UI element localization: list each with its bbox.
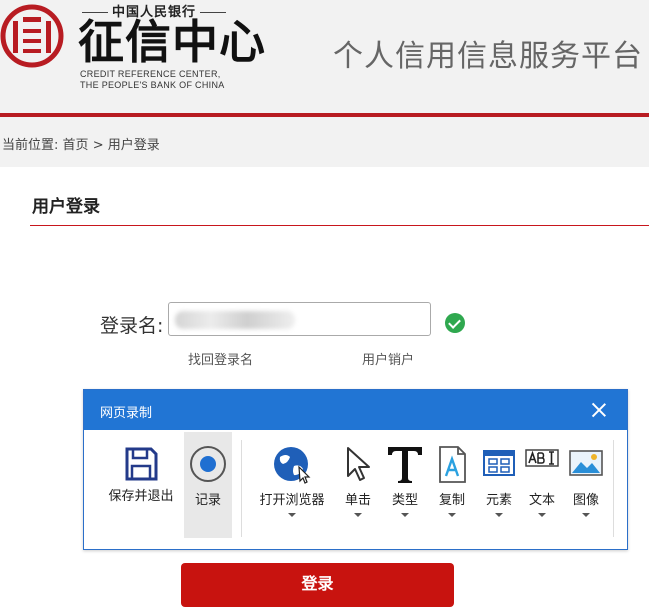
platform-title: 个人信用信息服务平台 <box>333 39 643 74</box>
logo-english-text: CREDIT REFERENCE CENTER, THE PEOPLE'S BA… <box>80 69 225 90</box>
record-button[interactable]: 记录 <box>184 432 232 538</box>
tool-label: 保存并退出 <box>108 489 174 504</box>
section-divider <box>30 225 649 226</box>
chevron-down-icon[interactable] <box>538 513 546 517</box>
image-icon <box>569 450 603 476</box>
logo-main-text: 征信中心 <box>78 15 266 69</box>
text-type-icon <box>388 447 422 483</box>
click-button[interactable]: 单击 <box>336 432 380 538</box>
element-grid-icon <box>483 450 515 476</box>
login-button[interactable]: 登录 <box>181 563 454 607</box>
copy-button[interactable]: 复制 <box>430 432 474 538</box>
dialog-title: 网页录制 <box>100 406 153 421</box>
chevron-down-icon[interactable] <box>288 513 296 517</box>
cursor-icon <box>347 447 370 481</box>
chevron-down-icon[interactable] <box>582 513 590 517</box>
record-icon <box>190 446 226 482</box>
tool-label: 打开浏览器 <box>259 493 325 508</box>
username-input[interactable] <box>168 302 431 336</box>
breadcrumb-separator: > <box>92 138 104 153</box>
tool-label: 元素 <box>485 493 512 508</box>
copy-document-icon <box>439 446 466 483</box>
redacted-username <box>175 311 295 329</box>
cancel-account-link[interactable]: 用户销户 <box>362 349 414 368</box>
chevron-down-icon[interactable] <box>354 513 362 517</box>
image-button[interactable]: 图像 <box>564 432 608 538</box>
breadcrumb-current: 用户登录 <box>107 138 160 153</box>
open-browser-button[interactable]: 打开浏览器 <box>252 432 332 538</box>
type-button[interactable]: 类型 <box>383 432 427 538</box>
recorder-toolbar: 保存并退出 记录 打开浏览器 单击 类型 复制 元素 文本 图像 <box>86 432 625 547</box>
floppy-disk-icon <box>125 447 158 481</box>
chevron-down-icon[interactable] <box>448 513 456 517</box>
login-section-title: 用户登录 <box>32 197 100 217</box>
chevron-down-icon[interactable] <box>401 513 409 517</box>
tool-label: 记录 <box>194 493 221 508</box>
web-recorder-dialog: 网页录制 保存并退出 记录 打开浏览器 单击 类型 复制 元素 文本 图像 <box>83 389 628 550</box>
credit-center-seal-icon <box>0 4 64 68</box>
element-button[interactable]: 元素 <box>477 432 521 538</box>
breadcrumb-bar: 当前位置: 首页 > 用户登录 <box>0 117 649 167</box>
check-circle-icon <box>445 313 465 333</box>
breadcrumb: 当前位置: 首页 > 用户登录 <box>2 134 160 153</box>
breadcrumb-home-link[interactable]: 首页 <box>63 138 89 153</box>
toolbar-separator <box>613 440 614 537</box>
username-label: 登录名: <box>100 315 164 337</box>
text-field-icon <box>525 449 559 467</box>
toolbar-separator <box>241 440 242 537</box>
recover-username-link[interactable]: 找回登录名 <box>188 349 253 368</box>
close-icon[interactable] <box>591 402 607 418</box>
tool-label: 复制 <box>438 493 465 508</box>
tool-label: 类型 <box>391 493 418 508</box>
globe-icon <box>274 447 311 484</box>
tool-label: 文本 <box>528 493 555 508</box>
dialog-titlebar[interactable]: 网页录制 <box>84 390 627 430</box>
site-header: 中国人民银行 征信中心 CREDIT REFERENCE CENTER, THE… <box>0 0 649 113</box>
tool-label: 图像 <box>572 493 599 508</box>
text-button[interactable]: 文本 <box>521 432 563 538</box>
tool-label: 单击 <box>344 493 371 508</box>
chevron-down-icon[interactable] <box>495 513 503 517</box>
breadcrumb-prefix: 当前位置: <box>2 138 59 153</box>
save-and-exit-button[interactable]: 保存并退出 <box>100 432 182 538</box>
